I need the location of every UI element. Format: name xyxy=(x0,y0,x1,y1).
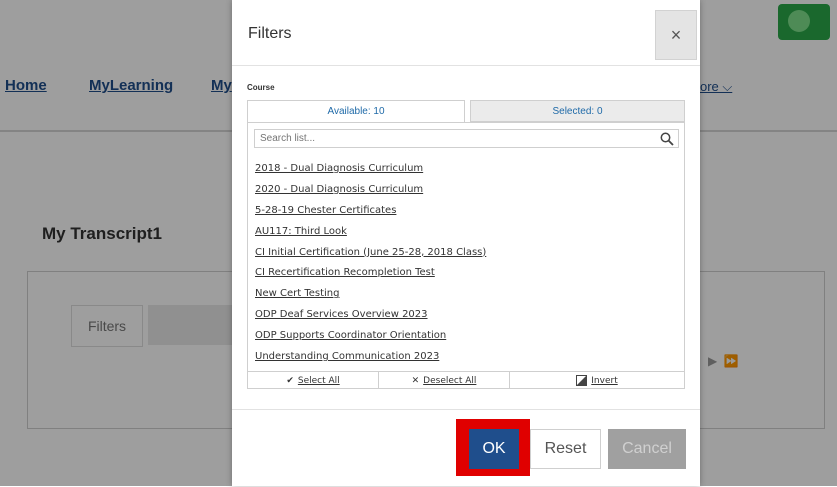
close-button[interactable]: × xyxy=(655,10,697,60)
modal-header: Filters × xyxy=(232,0,700,66)
invert-button[interactable]: Invert xyxy=(510,372,684,389)
invert-label: Invert xyxy=(591,375,618,386)
deselect-all-label: Deselect All xyxy=(423,375,477,386)
list-item[interactable]: New Cert Testing xyxy=(255,284,675,305)
reset-button[interactable]: Reset xyxy=(530,429,601,469)
course-items: 2018 - Dual Diagnosis Curriculum 2020 - … xyxy=(255,159,675,368)
tab-selected[interactable]: Selected: 0 xyxy=(470,100,685,122)
x-icon: ✕ xyxy=(411,375,420,385)
close-icon: × xyxy=(670,24,682,45)
list-item[interactable]: CI Initial Certification (June 25-28, 20… xyxy=(255,243,675,264)
modal-title: Filters xyxy=(248,25,292,42)
list-item[interactable]: CI Recertification Recompletion Test xyxy=(255,263,675,284)
list-item[interactable]: 2018 - Dual Diagnosis Curriculum xyxy=(255,159,675,180)
list-item[interactable]: AU117: Third Look xyxy=(255,222,675,243)
list-item[interactable]: ODP Supports Coordinator Orientation xyxy=(255,326,675,347)
filters-modal: Filters × Course Available: 10 Selected:… xyxy=(232,0,700,486)
modal-footer: OK Reset Cancel xyxy=(232,409,700,487)
search-input[interactable] xyxy=(255,130,660,147)
ok-button[interactable]: OK xyxy=(469,429,519,469)
list-item[interactable]: ODP Deaf Services Overview 2023 xyxy=(255,305,675,326)
list-item[interactable]: 2020 - Dual Diagnosis Curriculum xyxy=(255,180,675,201)
cancel-button[interactable]: Cancel xyxy=(608,429,686,469)
search-box xyxy=(254,129,679,148)
course-list-box: 2018 - Dual Diagnosis Curriculum 2020 - … xyxy=(247,122,685,389)
course-label: Course xyxy=(247,83,275,92)
invert-icon xyxy=(576,375,588,386)
tab-available[interactable]: Available: 10 xyxy=(247,100,465,122)
checkmark-icon: ✔ xyxy=(286,375,294,385)
deselect-all-button[interactable]: ✕ Deselect All xyxy=(379,372,510,389)
list-item[interactable]: 5-28-19 Chester Certificates xyxy=(255,201,675,222)
search-icon[interactable] xyxy=(660,132,674,146)
list-item[interactable]: Understanding Communication 2023 xyxy=(255,347,675,368)
select-all-button[interactable]: ✔ Select All xyxy=(248,372,379,389)
select-all-label: Select All xyxy=(297,375,340,386)
list-footer: ✔ Select All ✕ Deselect All Invert xyxy=(248,371,684,389)
course-tabs: Available: 10 Selected: 0 xyxy=(247,100,685,122)
